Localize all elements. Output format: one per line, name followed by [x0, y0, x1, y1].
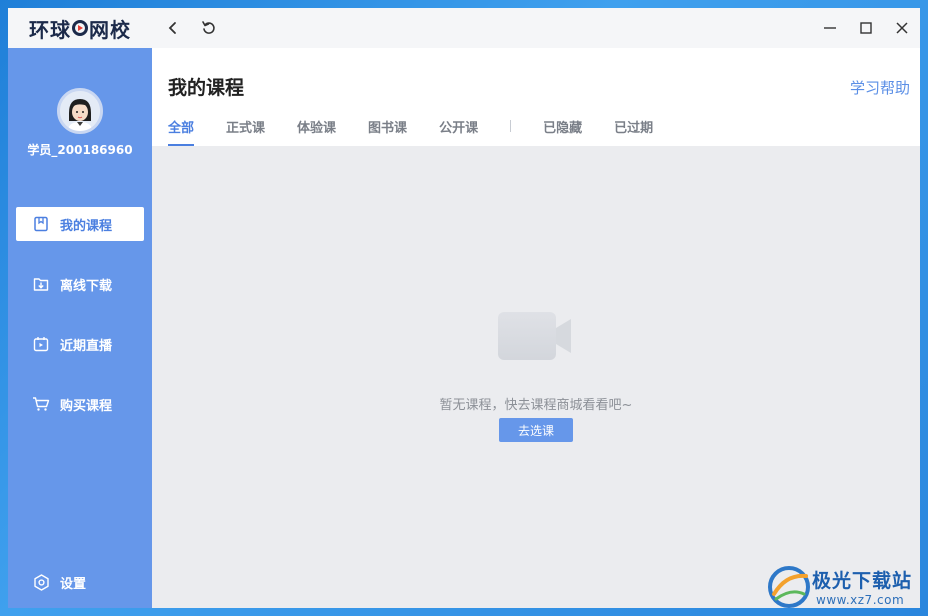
maximize-button[interactable] — [848, 8, 884, 48]
watermark-title: 极光下载站 — [812, 570, 913, 592]
sidebar-item-label: 离线下载 — [60, 278, 113, 294]
site-watermark: 极光下载站 www.xz7.com — [766, 562, 926, 612]
aurora-logo-icon — [768, 566, 810, 608]
minimize-button[interactable] — [812, 8, 848, 48]
refresh-button[interactable] — [194, 13, 224, 43]
main-panel: 我的课程 学习帮助 全部 正式课 体验课 图书课 公开课 已隐藏 已过期 暂无课… — [152, 48, 920, 608]
username: 学员_200186960 — [27, 143, 133, 157]
sidebar-item-label: 我的课程 — [60, 218, 113, 234]
page-title: 我的课程 — [168, 77, 245, 99]
settings-label: 设置 — [60, 576, 87, 592]
gear-icon — [32, 573, 50, 591]
app-logo: 环球 网校 — [8, 8, 152, 48]
minimize-icon — [824, 27, 836, 29]
tab-divider — [510, 120, 512, 132]
back-button[interactable] — [158, 13, 188, 43]
tab-formal[interactable]: 正式课 — [226, 115, 265, 146]
go-select-course-button[interactable]: 去选课 — [499, 418, 573, 442]
close-icon — [896, 22, 908, 34]
course-list-area: 暂无课程，快去课程商城看看吧~ 去选课 — [152, 146, 920, 608]
sidebar-item-recent-live[interactable]: 近期直播 — [16, 327, 144, 361]
tab-expired[interactable]: 已过期 — [614, 115, 653, 146]
course-book-icon — [32, 215, 50, 233]
app-window: 环球 网校 学员_200186960 我的课程 离线下载 近期直播 购买课程 设… — [8, 8, 920, 608]
refresh-icon — [202, 21, 215, 34]
sidebar-item-settings[interactable]: 设置 — [16, 565, 144, 599]
tab-hidden[interactable]: 已隐藏 — [543, 115, 582, 146]
course-tabs: 全部 正式课 体验课 图书课 公开课 已隐藏 已过期 — [168, 115, 685, 146]
user-avatar-icon — [60, 91, 100, 131]
logo-text-b: 网校 — [89, 17, 131, 42]
chevron-left-icon — [168, 22, 176, 34]
sidebar-item-my-courses[interactable]: 我的课程 — [16, 207, 144, 241]
tab-book[interactable]: 图书课 — [368, 115, 407, 146]
tab-all[interactable]: 全部 — [168, 115, 195, 146]
logo-play-icon — [72, 20, 88, 36]
watermark-url: www.xz7.com — [816, 593, 905, 607]
download-folder-icon — [32, 275, 50, 293]
tab-public[interactable]: 公开课 — [439, 115, 478, 146]
title-bar: 环球 网校 — [8, 8, 920, 48]
main-header: 我的课程 学习帮助 全部 正式课 体验课 图书课 公开课 已隐藏 已过期 — [152, 48, 920, 146]
sidebar-item-buy-courses[interactable]: 购买课程 — [16, 387, 144, 421]
live-calendar-icon — [32, 335, 50, 353]
maximize-icon — [860, 22, 872, 34]
close-button[interactable] — [884, 8, 920, 48]
sidebar-item-label: 近期直播 — [60, 338, 113, 354]
tab-trial[interactable]: 体验课 — [297, 115, 336, 146]
video-camera-icon — [498, 310, 574, 366]
sidebar-item-offline-download[interactable]: 离线下载 — [16, 267, 144, 301]
logo-text-a: 环球 — [29, 17, 71, 42]
sidebar-item-label: 购买课程 — [60, 398, 113, 414]
shopping-cart-icon — [32, 395, 50, 413]
sidebar: 学员_200186960 我的课程 离线下载 近期直播 购买课程 设置 — [8, 48, 152, 608]
help-link[interactable]: 学习帮助 — [850, 77, 910, 98]
avatar[interactable] — [57, 88, 103, 134]
empty-message: 暂无课程，快去课程商城看看吧~ — [439, 398, 633, 413]
